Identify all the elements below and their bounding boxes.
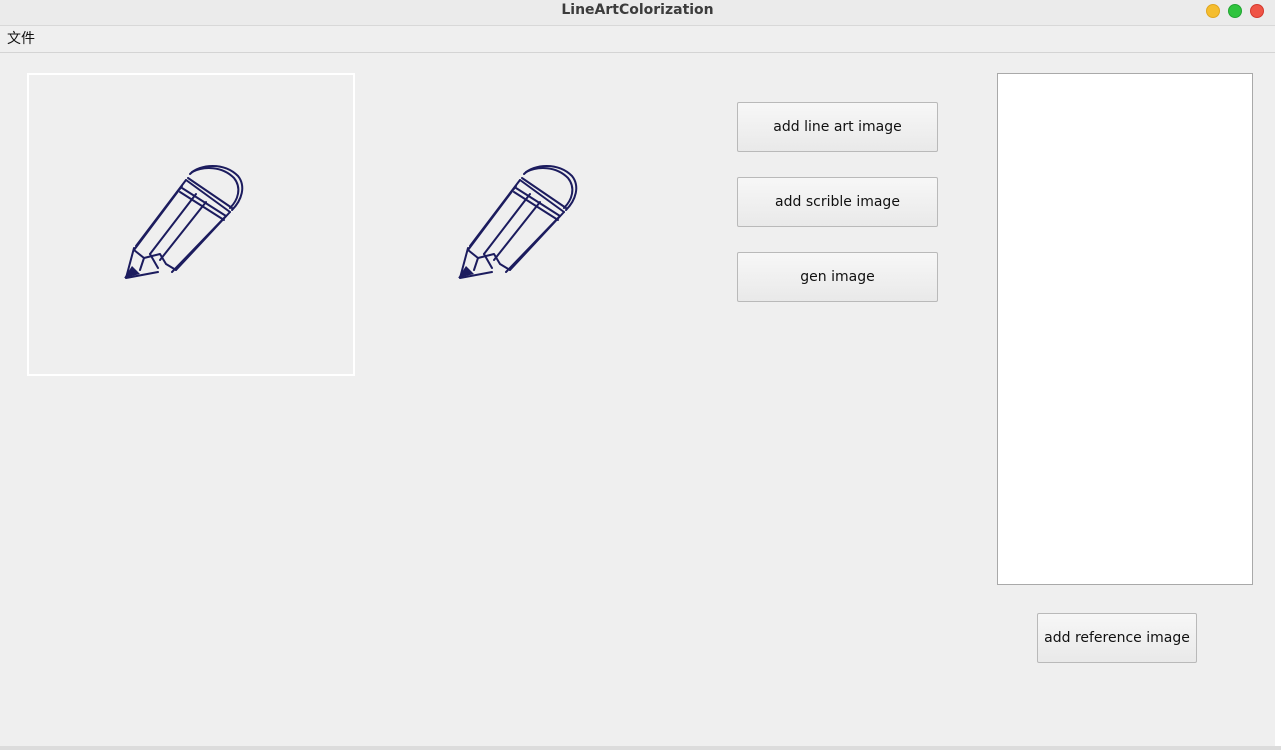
gen-image-button[interactable]: gen image — [737, 252, 938, 302]
pencil-icon — [124, 165, 244, 279]
close-button[interactable] — [1250, 4, 1264, 18]
app-window: LineArtColorization 文件 add line art imag… — [0, 0, 1275, 746]
menu-bar: 文件 — [0, 26, 1275, 53]
desktop-background — [1275, 0, 1281, 750]
title-bar[interactable]: LineArtColorization — [0, 0, 1275, 26]
reference-image-panel — [997, 73, 1253, 585]
add-line-art-button[interactable]: add line art image — [737, 102, 938, 152]
add-scribble-button[interactable]: add scrible image — [737, 177, 938, 227]
maximize-button[interactable] — [1228, 4, 1242, 18]
window-title: LineArtColorization — [561, 2, 714, 18]
minimize-button[interactable] — [1206, 4, 1220, 18]
add-reference-button[interactable]: add reference image — [1037, 613, 1197, 663]
pencil-icon — [458, 165, 578, 279]
menu-item-file[interactable]: 文件 — [7, 30, 35, 48]
desktop-background-bottom — [0, 746, 1281, 750]
